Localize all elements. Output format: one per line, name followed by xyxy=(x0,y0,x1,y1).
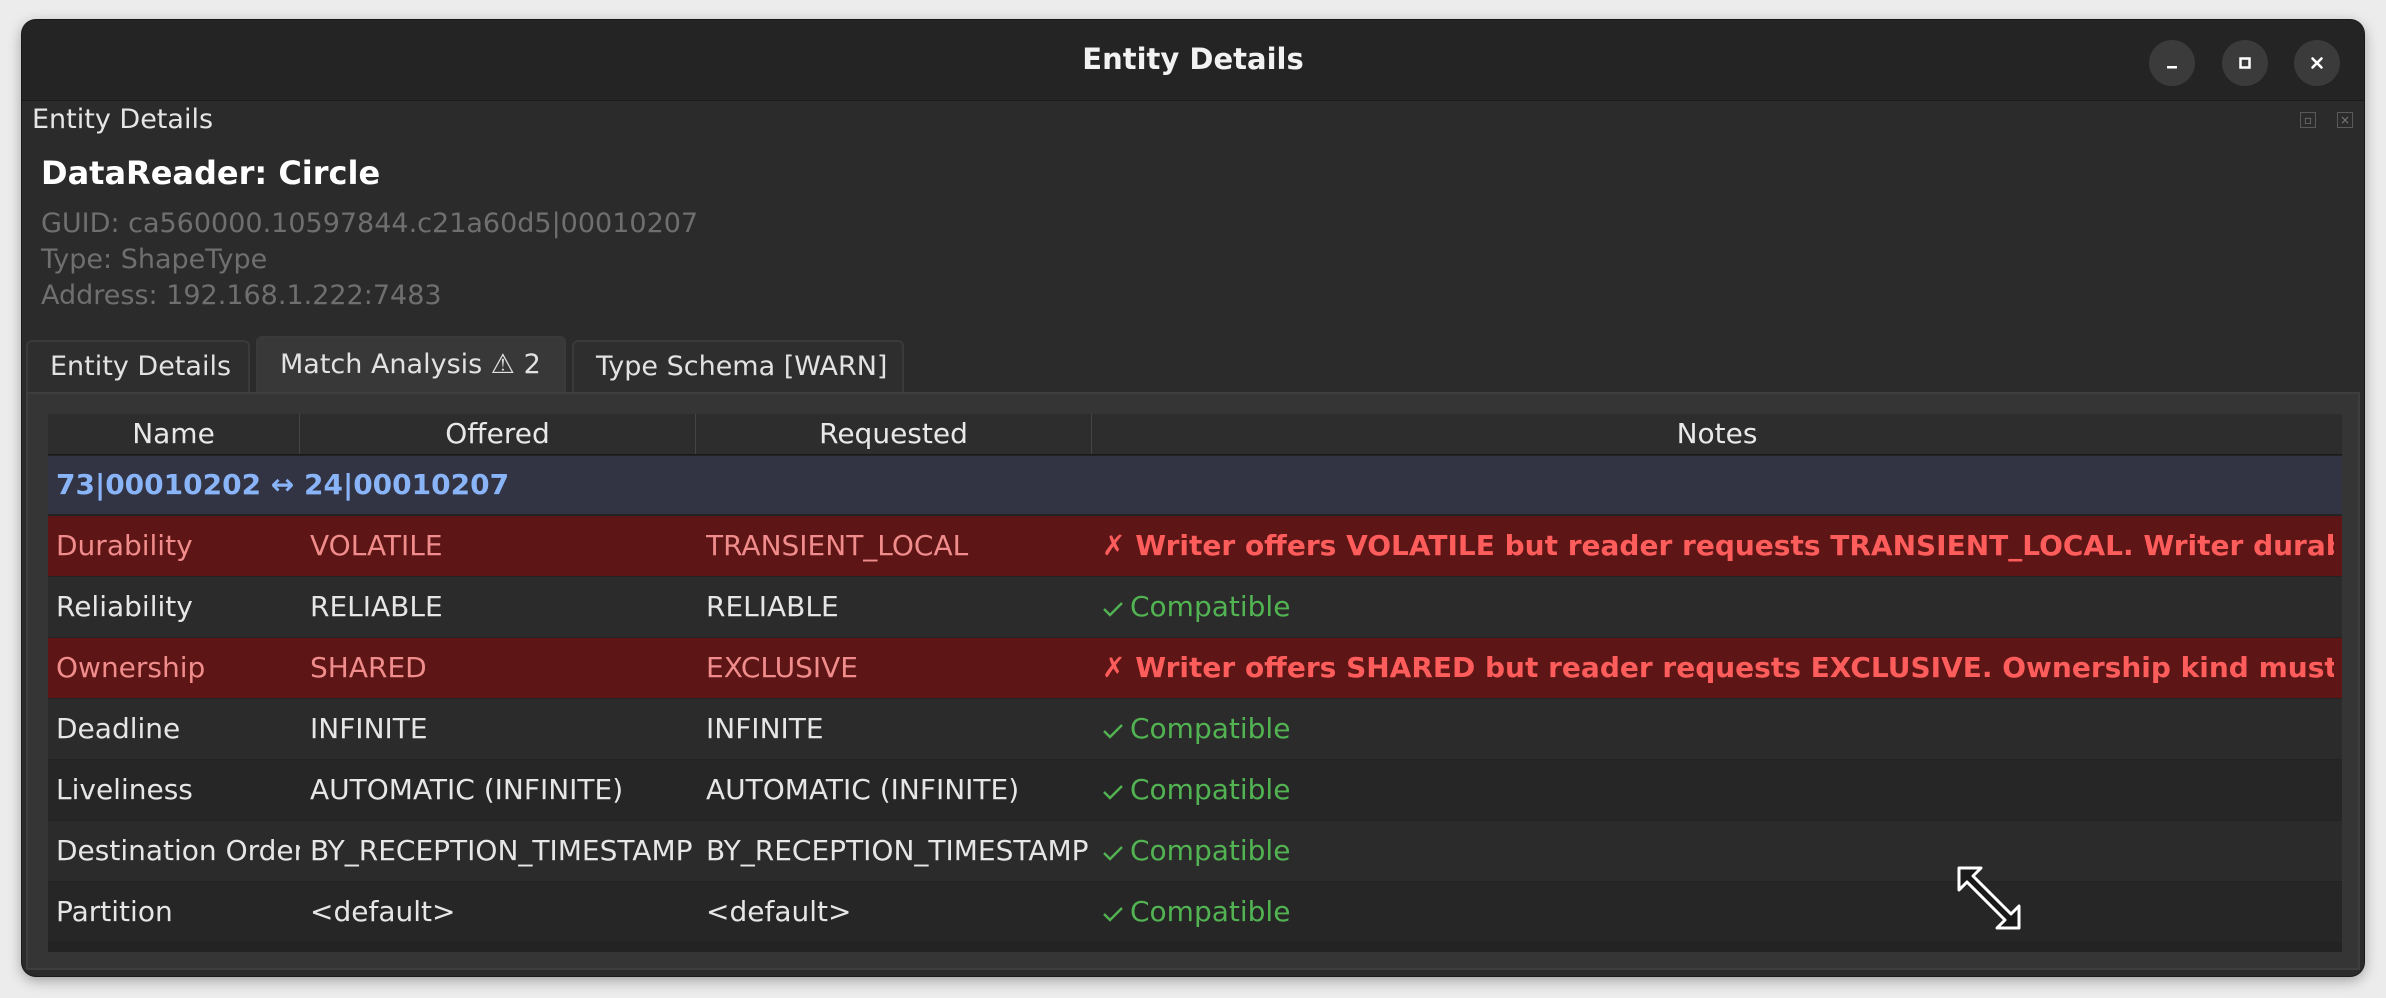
table-row[interactable]: Reliability RELIABLE RELIABLE Compatible xyxy=(48,577,2342,637)
requested-value: AUTOMATIC (INFINITE) xyxy=(706,773,1020,806)
table-row[interactable]: Durability VOLATILE TRANSIENT_LOCAL ✗ Write… xyxy=(48,516,2342,576)
policy-name: Destination Order xyxy=(56,834,300,867)
policy-name: Liveliness xyxy=(56,773,193,806)
window-title: Entity Details xyxy=(1082,42,1304,76)
title-bar: Entity Details xyxy=(22,20,2364,101)
entity-type: Type: ShapeType xyxy=(41,244,268,275)
close-icon: × xyxy=(2339,113,2351,127)
compatible-label: Compatible xyxy=(1130,712,1291,745)
notes-cell: Compatible xyxy=(1102,882,2334,942)
tab-type-schema[interactable]: Type Schema [WARN] xyxy=(572,340,904,392)
table-row[interactable]: Deadline INFINITE INFINITE Compatible xyxy=(48,699,2342,759)
offered-value: INFINITE xyxy=(310,712,428,745)
offered-value: BY_RECEPTION_TIMESTAMP xyxy=(310,834,693,867)
check-icon xyxy=(1102,821,1124,881)
dock-header: Entity Details ▫ × xyxy=(22,102,2364,136)
compatible-label: Compatible xyxy=(1130,834,1291,867)
dock-float-button[interactable]: ▫ xyxy=(2300,112,2316,128)
requested-value: EXCLUSIVE xyxy=(706,651,858,684)
requested-value: BY_RECEPTION_TIMESTAMP xyxy=(706,834,1089,867)
requested-value: RELIABLE xyxy=(706,590,839,623)
entity-address: Address: 192.168.1.222:7483 xyxy=(41,280,442,311)
notes-cell: Compatible xyxy=(1102,699,2334,759)
float-icon: ▫ xyxy=(2303,113,2313,127)
compatible-label: Compatible xyxy=(1130,590,1291,623)
endpoint-pair-label: 73|00010202 ↔ 24|00010207 xyxy=(56,468,510,501)
table-row[interactable]: Liveliness AUTOMATIC (INFINITE) AUTOMATIC … xyxy=(48,760,2342,820)
column-header-requested[interactable]: Requested xyxy=(696,414,1092,454)
close-button[interactable] xyxy=(2294,40,2340,86)
requested-value: TRANSIENT_LOCAL xyxy=(706,529,969,562)
endpoint-pair-row[interactable]: 73|00010202 ↔ 24|00010207 xyxy=(48,456,2342,514)
maximize-icon xyxy=(2239,57,2251,69)
tab-entity-details[interactable]: Entity Details xyxy=(26,340,250,392)
minimize-icon xyxy=(2167,66,2177,69)
compatible-label: Compatible xyxy=(1130,773,1291,806)
entity-details-window: Entity Details Entity Details ▫ × DataRe… xyxy=(22,20,2364,976)
notes-cell: Compatible xyxy=(1102,821,2334,881)
mismatch-note: ✗ Writer offers VOLATILE but reader requ… xyxy=(1102,529,2334,562)
resize-diagonal-cursor-icon xyxy=(1957,866,2021,930)
entity-title: DataReader: Circle xyxy=(41,154,381,192)
notes-cell: Compatible xyxy=(1102,577,2334,637)
maximize-button[interactable] xyxy=(2222,40,2268,86)
column-header-notes[interactable]: Notes xyxy=(1092,414,2342,454)
mismatch-note: ✗ Writer offers SHARED but reader reques… xyxy=(1102,651,2334,684)
policy-name: Ownership xyxy=(56,651,206,684)
column-header-name[interactable]: Name xyxy=(48,414,300,454)
policy-name: Deadline xyxy=(56,712,181,745)
column-header-offered[interactable]: Offered xyxy=(300,414,696,454)
entity-guid: GUID: ca560000.10597844.c21a60d5|0001020… xyxy=(41,208,699,239)
check-icon xyxy=(1102,577,1124,637)
minimize-button[interactable] xyxy=(2149,40,2195,86)
offered-value: AUTOMATIC (INFINITE) xyxy=(310,773,624,806)
table-header: Name Offered Requested Notes xyxy=(48,414,2342,455)
check-icon xyxy=(1102,760,1124,820)
offered-value: RELIABLE xyxy=(310,590,443,623)
tab-match-analysis[interactable]: Match Analysis ⚠ 2 xyxy=(256,336,566,392)
compatible-label: Compatible xyxy=(1130,895,1291,928)
offered-value: VOLATILE xyxy=(310,529,443,562)
policy-name: Partition xyxy=(56,895,173,928)
close-icon xyxy=(2311,57,2323,69)
check-icon xyxy=(1102,699,1124,759)
requested-value: <default> xyxy=(706,895,852,928)
policy-name: Reliability xyxy=(56,590,193,623)
policy-name: Durability xyxy=(56,529,193,562)
offered-value: SHARED xyxy=(310,651,427,684)
offered-value: <default> xyxy=(310,895,456,928)
check-icon xyxy=(1102,882,1124,942)
table-row[interactable]: Ownership SHARED EXCLUSIVE ✗ Writer offers … xyxy=(48,638,2342,698)
dock-close-button[interactable]: × xyxy=(2337,112,2353,128)
dock-title: Entity Details xyxy=(32,104,214,135)
requested-value: INFINITE xyxy=(706,712,824,745)
notes-cell: Compatible xyxy=(1102,760,2334,820)
